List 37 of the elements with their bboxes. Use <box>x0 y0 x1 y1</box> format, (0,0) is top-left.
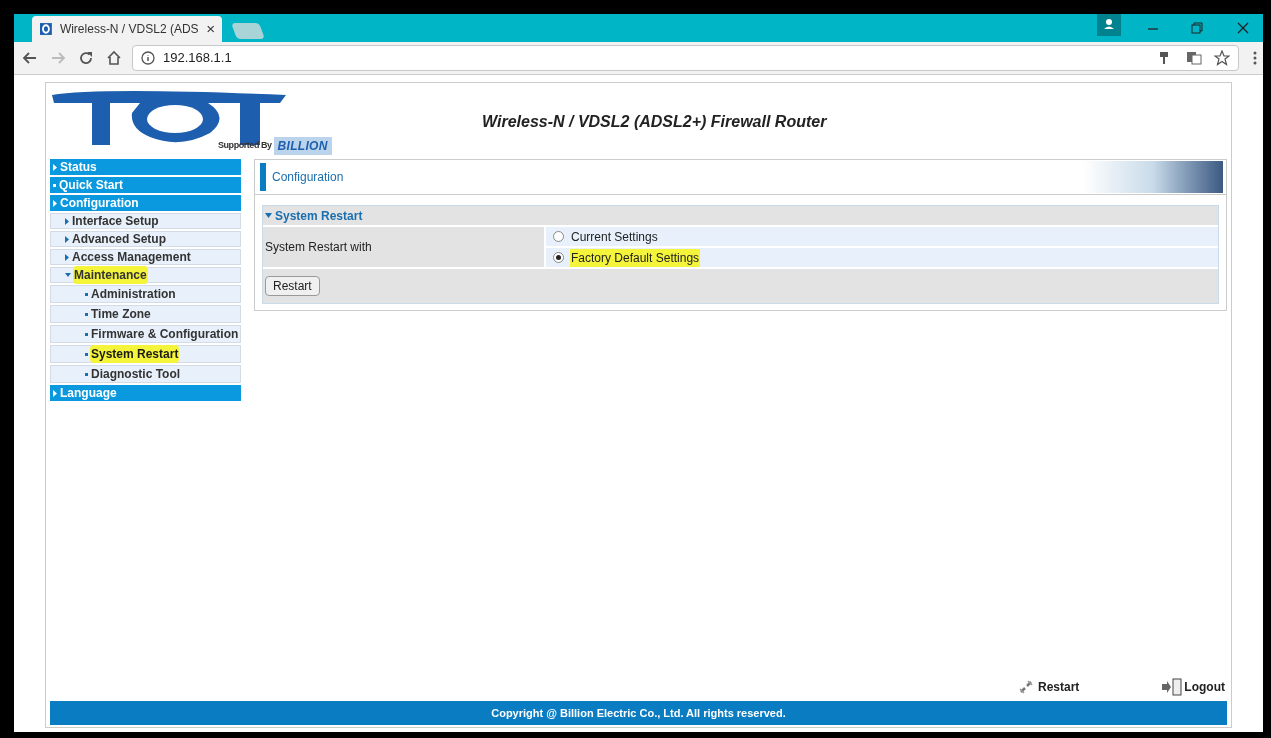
table-heading: System Restart <box>275 207 363 225</box>
site-icon <box>40 21 52 37</box>
radio-button[interactable] <box>553 231 564 242</box>
section-heading: Configuration <box>272 169 344 186</box>
logout-door-icon[interactable] <box>1161 678 1184 696</box>
radio-label: Current Settings <box>570 228 659 246</box>
heading-bar-mark <box>260 163 266 191</box>
profile-icon[interactable] <box>1097 14 1121 36</box>
radio-button[interactable] <box>553 252 564 263</box>
logo-caption: Supported By <box>218 139 272 153</box>
tab-title: Wireless-N / VDSL2 (ADS <box>59 21 199 38</box>
logout-link[interactable]: Logout <box>1184 678 1225 696</box>
menu-icon[interactable] <box>1253 51 1257 65</box>
radio-label: Factory Default Settings <box>570 248 701 267</box>
copyright-text: Copyright @ Billion Electric Co., Ltd. All rights reserved. <box>491 705 786 721</box>
collapse-arrow-icon[interactable] <box>265 213 272 218</box>
info-icon[interactable] <box>141 51 155 65</box>
menu-item[interactable]: Maintenance <box>73 266 148 284</box>
page-title: Wireless-N / VDSL2 (ADSL2+) Firewall Router <box>482 112 827 132</box>
close-icon[interactable] <box>206 24 214 34</box>
translate-icon[interactable] <box>1186 51 1202 65</box>
menu-item[interactable]: System Restart <box>90 345 180 363</box>
home-icon[interactable] <box>106 50 122 66</box>
key-icon[interactable] <box>1158 51 1170 65</box>
close-icon[interactable] <box>1237 22 1249 34</box>
brand-logo: BILLION <box>273 137 332 155</box>
reload-icon[interactable] <box>78 50 94 66</box>
restart-link[interactable]: Restart <box>1038 678 1080 696</box>
star-icon[interactable] <box>1214 50 1230 66</box>
restart-arrows-icon[interactable] <box>1018 680 1034 694</box>
field-label: System Restart with <box>265 239 372 256</box>
restart-button[interactable]: Restart <box>265 276 320 296</box>
browser-tab[interactable]: Wireless-N / VDSL2 (ADS <box>32 16 222 42</box>
url-text: 192.168.1.1 <box>163 49 232 68</box>
restore-icon[interactable] <box>1191 22 1203 34</box>
address-bar[interactable]: 192.168.1.1 <box>132 45 1239 71</box>
back-icon[interactable] <box>22 50 38 66</box>
